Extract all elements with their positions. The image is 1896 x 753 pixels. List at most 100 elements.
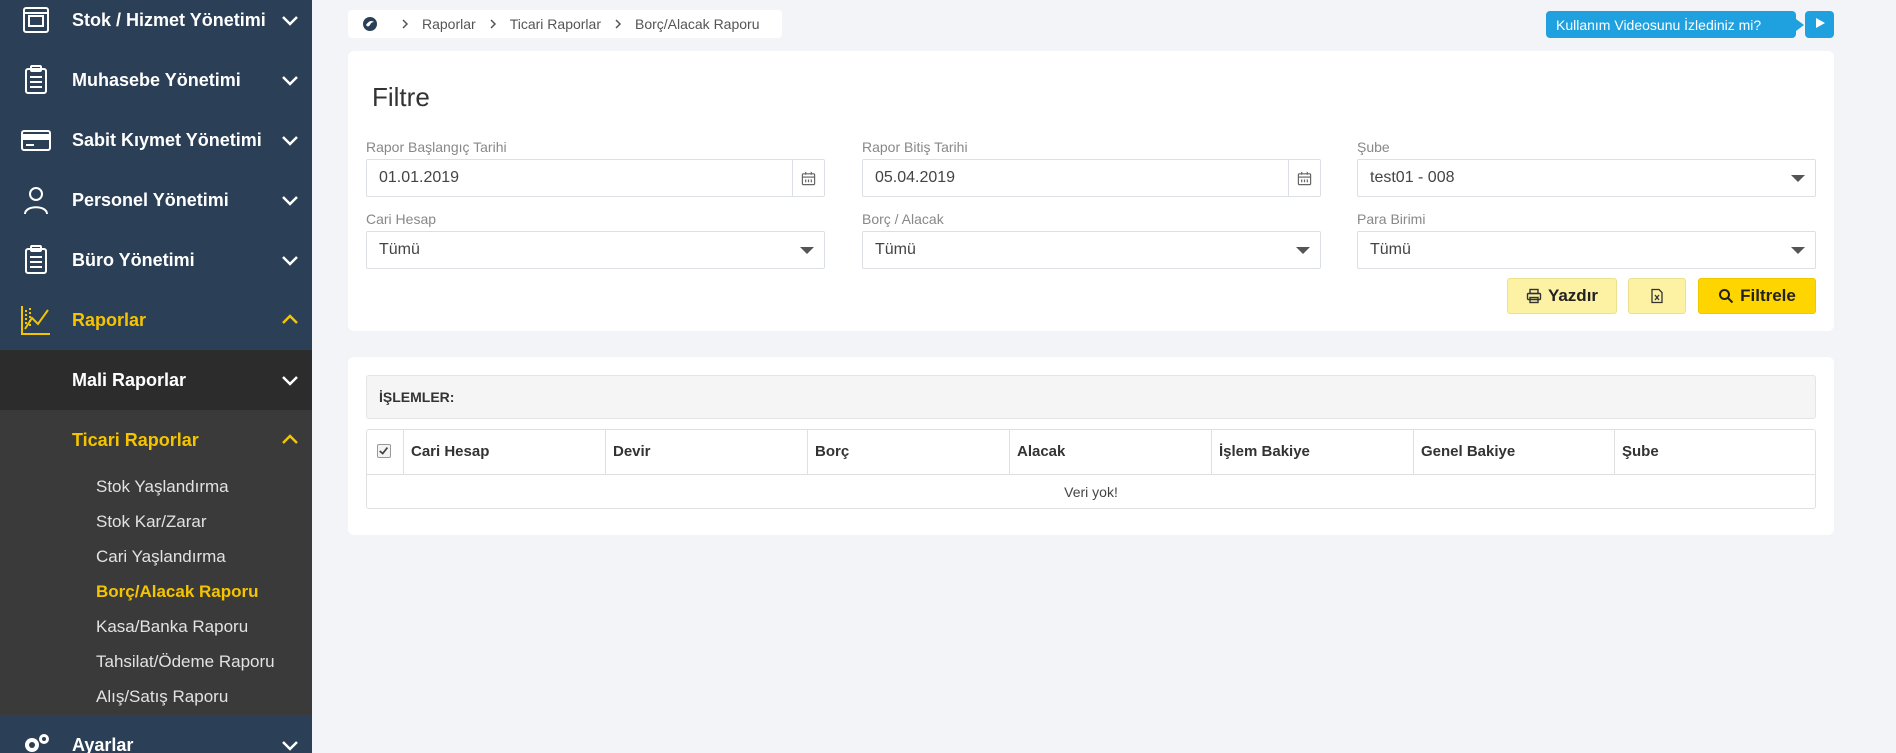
chevron-down-icon [280,130,300,150]
sidebar-item-personel[interactable]: Personel Yönetimi [0,170,312,230]
home-logo-icon[interactable] [362,16,378,32]
sidebar-leaf-cari-yaslandirma[interactable]: Cari Yaşlandırma [96,547,226,567]
filter-title: Filtre [372,82,430,112]
empty-table-message: Veri yok! [1064,484,1118,500]
play-icon [1814,16,1826,34]
breadcrumb-borc-alacak-raporu: Borç/Alacak Raporu [634,16,760,32]
excel-export-button[interactable] [1628,278,1686,314]
sidebar-item-label: Ayarlar [72,734,134,753]
start-date-input[interactable] [379,160,759,196]
debt-credit-select[interactable]: Tümü [862,231,1321,269]
branch-label: Şube [1357,139,1390,155]
operations-panel: İŞLEMLER: Cari Hesap Devir Borç Alacak İ… [348,357,1834,535]
filter-button[interactable]: Filtrele [1698,278,1816,314]
column-header-islem-bakiye[interactable]: İşlem Bakiye [1211,430,1413,474]
breadcrumb: Raporlar Ticari Raporlar Borç/Alacak Rap… [348,10,782,38]
play-video-button[interactable] [1805,11,1834,38]
column-header-genel-bakiye[interactable]: Genel Bakiye [1413,430,1614,474]
chevron-right-icon [488,17,498,32]
sidebar-item-label: Muhasebe Yönetimi [72,69,241,90]
end-date-field[interactable] [862,159,1321,197]
account-select-value: Tümü [379,241,420,258]
person-icon [20,184,52,216]
credit-card-icon [20,124,52,156]
caret-down-icon [1791,175,1805,182]
sidebar-item-ayarlar[interactable]: Ayarlar [0,715,312,753]
sidebar: Stok / Hizmet Yönetimi Muhasebe Yönetimi… [0,0,312,753]
currency-label: Para Birimi [1357,211,1426,227]
chevron-right-icon [400,17,410,32]
column-header-devir[interactable]: Devir [605,430,807,474]
sidebar-leaf-tahsilat-odeme-raporu[interactable]: Tahsilat/Ödeme Raporu [96,652,275,672]
caret-down-icon [800,247,814,254]
end-date-label: Rapor Bitiş Tarihi [862,139,968,155]
sidebar-item-raporlar[interactable]: Raporlar [0,290,312,350]
calendar-icon[interactable] [792,160,824,196]
usage-video-button[interactable]: Kullanım Videosunu İzlediniz mi? [1546,11,1804,38]
print-button[interactable]: Yazdır [1507,278,1617,314]
column-header-cari-hesap[interactable]: Cari Hesap [403,430,605,474]
sidebar-item-label: Personel Yönetimi [72,189,229,210]
table-header: Cari Hesap Devir Borç Alacak İşlem Bakiy… [367,430,1815,475]
gears-icon [20,729,52,753]
sidebar-item-label: Stok / Hizmet Yönetimi [72,9,266,30]
account-label: Cari Hesap [366,211,437,227]
chevron-up-icon [280,310,300,330]
chevron-down-icon [280,735,300,753]
sidebar-item-label: Sabit Kıymet Yönetimi [72,129,262,150]
excel-file-icon [1651,288,1663,304]
calendar-icon[interactable] [1288,160,1320,196]
operations-title: İŞLEMLER: [366,375,1816,419]
select-all-checkbox[interactable] [377,444,391,458]
sidebar-leaf-borc-alacak-raporu[interactable]: Borç/Alacak Raporu [96,582,259,602]
chevron-down-icon [280,10,300,30]
chevron-right-icon [613,17,623,32]
clipboard-icon [20,64,52,96]
debt-credit-label: Borç / Alacak [862,211,944,227]
chevron-down-icon [280,70,300,90]
branch-select-value: test01 - 008 [1370,169,1455,186]
sidebar-leaf-alis-satis-raporu[interactable]: Alış/Satış Raporu [96,687,228,707]
sidebar-item-label: Büro Yönetimi [72,249,195,270]
currency-select[interactable]: Tümü [1357,231,1816,269]
sidebar-sub-label: Ticari Raporlar [72,429,199,450]
column-header-sube[interactable]: Şube [1614,430,1815,474]
sidebar-item-muhasebe[interactable]: Muhasebe Yönetimi [0,50,312,110]
breadcrumb-raporlar[interactable]: Raporlar [422,16,476,32]
currency-select-value: Tümü [1370,241,1411,258]
ticari-raporlar-group: Ticari Raporlar Stok Yaşlandırma Stok Ka… [0,410,312,715]
column-header-borc[interactable]: Borç [807,430,1009,474]
column-header-alacak[interactable]: Alacak [1009,430,1211,474]
chevron-down-icon [280,370,300,390]
chevron-down-icon [280,190,300,210]
chevron-down-icon [280,250,300,270]
sidebar-item-label: Raporlar [72,309,147,330]
breadcrumb-ticari-raporlar[interactable]: Ticari Raporlar [510,16,601,32]
caret-down-icon [1791,247,1805,254]
start-date-field[interactable] [366,159,825,197]
sidebar-leaf-stok-yaslandirma[interactable]: Stok Yaşlandırma [96,477,229,497]
clipboard-icon [20,244,52,276]
debt-credit-select-value: Tümü [875,241,916,258]
chevron-up-icon [280,430,300,450]
end-date-input[interactable] [875,160,1255,196]
sidebar-sub-label: Mali Raporlar [72,369,187,390]
inventory-icon [20,4,52,36]
caret-down-icon [1296,247,1310,254]
start-date-label: Rapor Başlangıç Tarihi [366,139,507,155]
sidebar-leaf-stok-kar-zarar[interactable]: Stok Kar/Zarar [96,512,207,532]
sidebar-item-sabit-kiymet[interactable]: Sabit Kıymet Yönetimi [0,110,312,170]
print-button-label: Yazdır [1547,286,1599,305]
filter-panel: Filtre Rapor Başlangıç Tarihi Rapor Biti… [348,51,1834,331]
account-select[interactable]: Tümü [366,231,825,269]
sidebar-item-buro[interactable]: Büro Yönetimi [0,230,312,290]
sidebar-item-stok[interactable]: Stok / Hizmet Yönetimi [0,0,312,50]
sidebar-leaf-kasa-banka-raporu[interactable]: Kasa/Banka Raporu [96,617,248,637]
filter-button-label: Filtrele [1740,286,1796,305]
sidebar-sub-mali-raporlar[interactable]: Mali Raporlar [0,350,312,410]
data-table: Cari Hesap Devir Borç Alacak İşlem Bakiy… [366,429,1816,509]
search-icon [1719,289,1734,304]
printer-icon [1526,288,1542,304]
sidebar-sub-ticari-raporlar[interactable]: Ticari Raporlar [0,410,312,470]
branch-select[interactable]: test01 - 008 [1357,159,1816,197]
